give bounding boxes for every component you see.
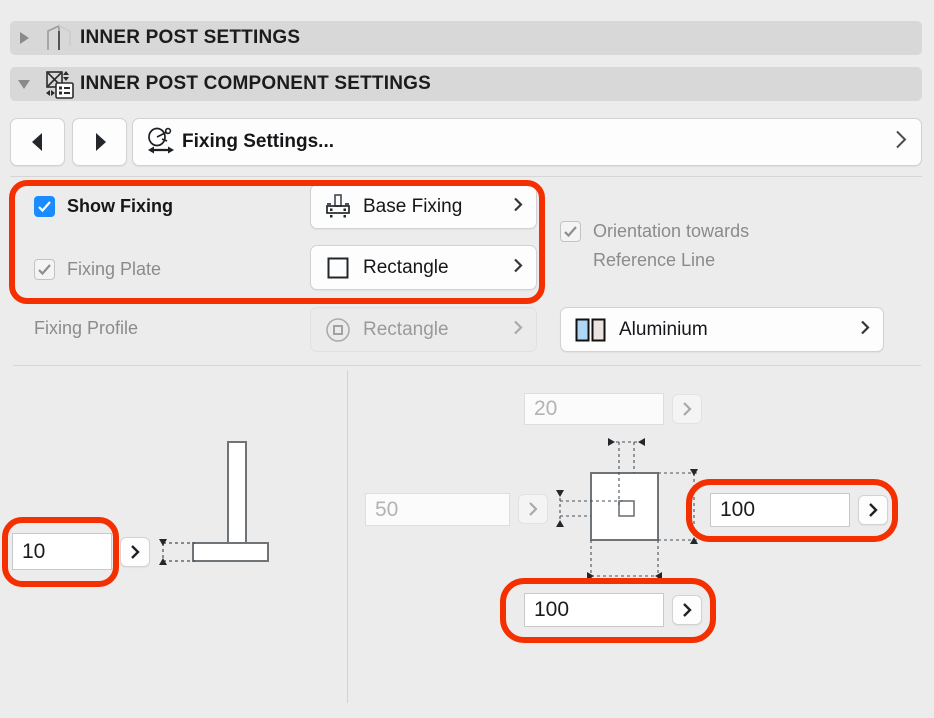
chevron-right-glyph [513,196,523,212]
depth-input[interactable]: 100 [524,593,664,627]
triangle-right-glyph [17,30,31,46]
show-fixing-label: Show Fixing [67,196,173,217]
triangle-right-icon[interactable] [10,30,38,46]
chevron-right-icon[interactable] [895,130,907,155]
section-header-inner-post-component-settings[interactable]: INNER POST COMPONENT SETTINGS [10,67,922,101]
checkmark-icon [37,263,52,276]
triangle-right-icon [91,131,109,153]
plate-thickness-diagram [155,438,315,578]
fixing-plate-row: Fixing Plate [34,259,161,280]
triangle-down-icon[interactable] [10,77,38,91]
chevron-right-glyph [860,319,870,335]
chevron-right-icon[interactable] [860,319,870,340]
offset-left-input: 50 [365,493,510,526]
chevron-right-icon[interactable] [513,257,523,278]
fixing-profile-label: Fixing Profile [34,318,138,339]
nav-forward-button[interactable] [72,118,127,166]
base-fixing-value: Base Fixing [363,196,462,218]
section-title: INNER POST SETTINGS [80,27,300,49]
fixing-plate-label: Fixing Plate [67,259,161,280]
divider-top [10,176,922,177]
checkmark-icon [563,225,578,238]
base-fixing-combo[interactable]: Base Fixing [310,184,537,229]
base-fixing-glyph [323,193,353,221]
chevron-right-glyph [895,130,907,150]
circle-square-glyph [324,316,352,344]
chevron-right-glyph [513,257,523,273]
offset-top-input: 20 [524,393,664,425]
component-list-glyph [43,69,75,99]
profile-shape-value: Rectangle [363,319,449,341]
chevron-right-icon [868,502,878,518]
chevron-right-glyph [513,319,523,335]
inner-post-settings-panel: INNER POST SETTINGS I [0,0,934,718]
section-header-inner-post-settings[interactable]: INNER POST SETTINGS [10,21,922,55]
component-list-icon [38,69,80,99]
chevron-right-icon [513,319,523,340]
triangle-left-icon [29,131,47,153]
divider-mid [13,365,921,366]
plate-shape-combo[interactable]: Rectangle [310,245,537,290]
material-combo[interactable]: Aluminium [560,307,884,352]
base-fixing-icon [323,193,353,221]
plan-view-diagram [548,430,728,610]
fixing-settings-label: Fixing Settings... [182,131,334,153]
chevron-right-icon [130,544,140,560]
profile-shape-combo: Rectangle [310,307,537,352]
fixing-plate-checkbox [34,259,55,280]
chevron-right-icon [528,501,538,517]
triangle-down-glyph [16,77,32,91]
width-input[interactable]: 100 [710,493,850,527]
show-fixing-row[interactable]: Show Fixing [34,196,173,217]
orientation-row: Orientation towards [560,219,749,244]
plate-thickness-input[interactable]: 10 [12,533,112,570]
plate-thickness-stepper[interactable] [120,537,150,567]
post-frame-icon [38,24,80,52]
square-outline-glyph [325,255,351,281]
divider-vertical [347,370,348,703]
checkmark-icon [37,200,52,213]
fixing-settings-glyph [146,127,176,157]
chevron-right-icon[interactable] [513,196,523,217]
show-fixing-checkbox[interactable] [34,196,55,217]
chevron-right-icon [682,602,692,618]
nav-back-button[interactable] [10,118,65,166]
circle-square-icon [323,316,353,344]
material-value: Aluminium [619,319,708,341]
material-swatch-icon [573,316,609,344]
fixing-settings-icon [146,127,176,157]
post-frame-glyph [43,24,75,52]
width-stepper[interactable] [858,495,888,525]
settings-navigator: Fixing Settings... [10,118,922,166]
offset-left-stepper [518,494,548,524]
orientation-label-line2: Reference Line [593,250,715,271]
offset-top-stepper [672,394,702,424]
orientation-checkbox [560,221,581,242]
fixing-settings-field[interactable]: Fixing Settings... [132,118,922,166]
orientation-label-line1: Orientation towards [593,219,749,244]
depth-stepper[interactable] [672,595,702,625]
plate-shape-value: Rectangle [363,257,449,279]
section-title: INNER POST COMPONENT SETTINGS [80,73,431,95]
material-swatch-glyph [573,316,609,344]
square-outline-icon [323,255,353,281]
chevron-right-icon [682,401,692,417]
